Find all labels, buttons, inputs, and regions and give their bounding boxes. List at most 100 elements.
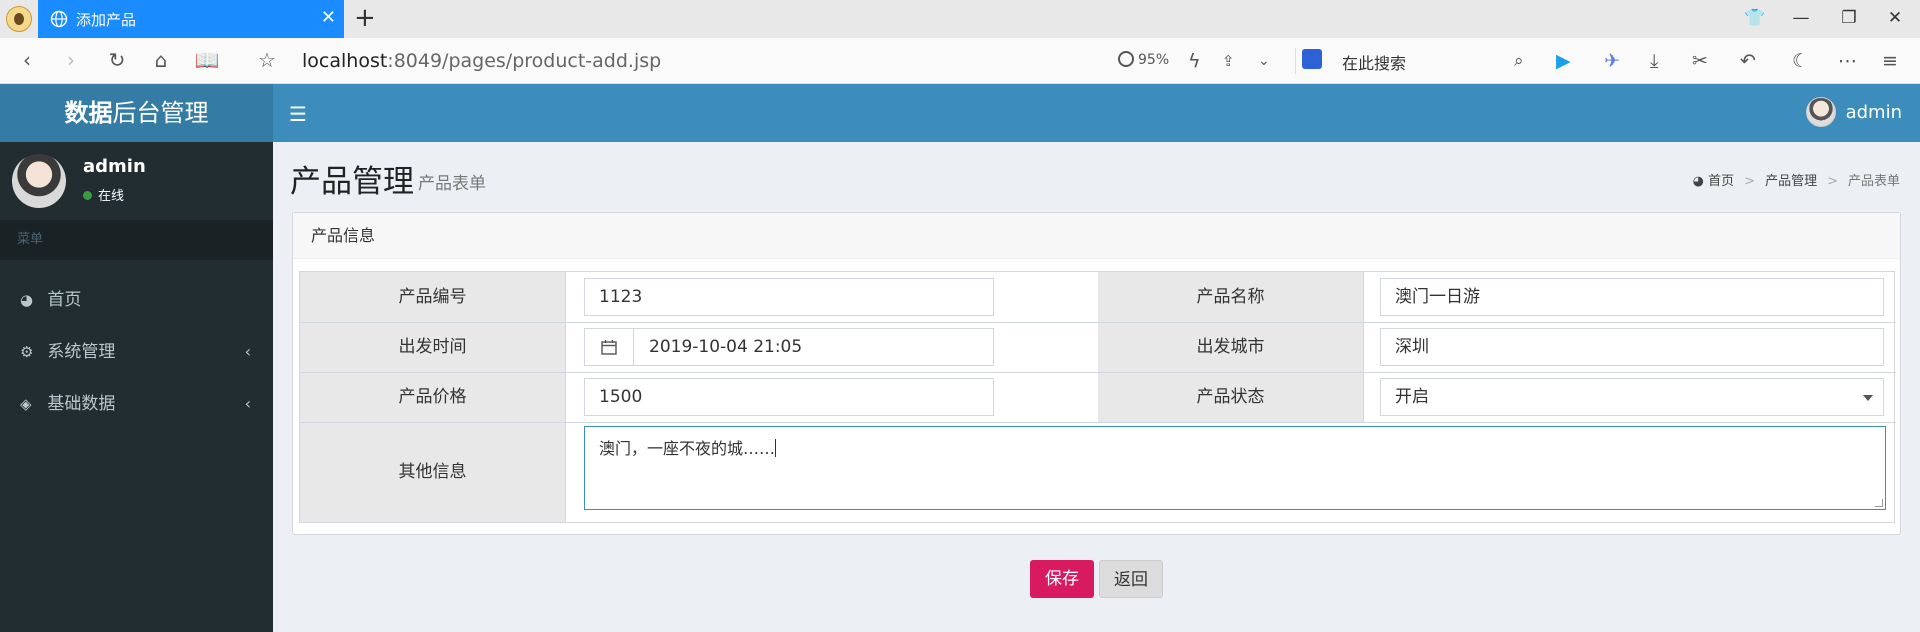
resize-handle-icon[interactable] bbox=[1875, 499, 1883, 507]
header-username: admin bbox=[1845, 101, 1902, 123]
tab-title: 添加产品 bbox=[76, 11, 137, 29]
main-content: 产品管理 产品表单 ◕ 首页 > 产品管理 > 产品表单 产品信息 产品编号 1123 … bbox=[273, 142, 1920, 632]
bird-icon[interactable]: ✈ bbox=[1604, 49, 1620, 73]
cube-icon: ◈ bbox=[20, 395, 32, 413]
skin-icon[interactable]: 👕 bbox=[1744, 8, 1766, 28]
new-tab-icon[interactable]: + bbox=[354, 4, 376, 32]
sidebar-item-data[interactable]: ◈ 基础数据 ‹ bbox=[0, 378, 273, 430]
label-depart-time: 出发时间 bbox=[300, 323, 566, 373]
browser-toolbar: ‹ › ↻ ⌂ 📖 ☆ localhost:8049/pages/product… bbox=[0, 38, 1920, 84]
browser-logo-icon bbox=[6, 6, 32, 32]
minimize-icon[interactable]: — bbox=[1790, 8, 1812, 28]
label-desc: 其他信息 bbox=[300, 423, 566, 522]
lightning-icon[interactable]: ϟ bbox=[1188, 49, 1201, 73]
avatar bbox=[1805, 97, 1836, 127]
undo-icon[interactable]: ↶ bbox=[1740, 49, 1756, 73]
status-text: 在线 bbox=[98, 189, 125, 204]
browser-tab-bar: 添加产品 ✕ + 👕 — ❐ ✕ bbox=[0, 0, 1920, 38]
depart-time-value: 2019-10-04 21:05 bbox=[649, 337, 803, 357]
zoom-icon bbox=[1118, 51, 1134, 67]
address-bar[interactable]: localhost:8049/pages/product-add.jsp bbox=[302, 50, 661, 72]
avatar bbox=[12, 154, 66, 208]
sidebar-item-system[interactable]: ⚙ 系统管理 ‹ bbox=[0, 326, 273, 378]
label-product-num: 产品编号 bbox=[300, 272, 566, 323]
label-price: 产品价格 bbox=[300, 373, 566, 423]
page-subtitle: 产品表单 bbox=[418, 174, 486, 194]
form-grid: 产品编号 1123 产品名称 澳门一日游 出发时间 2019-10-04 21: bbox=[299, 271, 1896, 523]
restore-icon[interactable]: ❐ bbox=[1838, 8, 1860, 28]
share-icon[interactable]: ⇪ bbox=[1222, 49, 1235, 73]
zoom-level[interactable]: 95% bbox=[1118, 51, 1169, 68]
back-button[interactable]: 返回 bbox=[1099, 560, 1163, 598]
zoom-text: 95% bbox=[1138, 52, 1170, 68]
home-icon[interactable]: ⌂ bbox=[148, 48, 174, 72]
sidebar-item-label: 基础数据 bbox=[47, 394, 116, 414]
breadcrumb-separator: > bbox=[1827, 174, 1838, 189]
menu-header: 菜单 bbox=[0, 220, 273, 260]
back-icon[interactable]: ‹ bbox=[14, 48, 40, 72]
sidebar-item-label: 系统管理 bbox=[47, 342, 116, 362]
reader-icon[interactable]: 📖 bbox=[194, 48, 220, 72]
box-title: 产品信息 bbox=[293, 213, 1900, 259]
chevron-left-icon: ‹ bbox=[244, 394, 251, 413]
status-dot-icon bbox=[83, 191, 92, 200]
sidebar: admin 在线 菜单 ◕ 首页 ⚙ 系统管理 ‹ ◈ 基础数据 ‹ bbox=[0, 142, 273, 632]
brand-rest: 后台管理 bbox=[112, 99, 209, 127]
url-host: localhost bbox=[302, 50, 388, 72]
sidebar-toggle-icon[interactable]: ☰ bbox=[289, 102, 307, 126]
sidebar-item-home[interactable]: ◕ 首页 bbox=[0, 274, 273, 326]
star-icon[interactable]: ☆ bbox=[254, 48, 280, 72]
product-num-input[interactable]: 1123 bbox=[584, 278, 994, 316]
brand-logo[interactable]: 数据后台管理 bbox=[0, 84, 273, 142]
forward-icon[interactable]: › bbox=[58, 48, 84, 72]
depart-time-input[interactable]: 2019-10-04 21:05 bbox=[584, 328, 994, 366]
breadcrumb-current: 产品表单 bbox=[1847, 174, 1900, 189]
video-icon[interactable]: ▶ bbox=[1556, 49, 1571, 73]
status-select[interactable]: 开启 bbox=[1380, 378, 1884, 416]
url-path: :8049/pages/product-add.jsp bbox=[387, 50, 662, 72]
brand-bold: 数据 bbox=[64, 99, 113, 127]
dashboard-icon: ◕ bbox=[1692, 174, 1704, 189]
globe-icon bbox=[50, 10, 68, 28]
product-form-box: 产品信息 产品编号 1123 产品名称 澳门一日游 出发时间 2019-10-0… bbox=[292, 212, 1901, 535]
desc-textarea[interactable]: 澳门，一座不夜的城…… bbox=[584, 426, 1886, 510]
sidebar-username: admin bbox=[83, 156, 146, 177]
tab-close-icon[interactable]: ✕ bbox=[321, 8, 336, 28]
menu-icon[interactable]: ≡ bbox=[1882, 49, 1898, 73]
label-city: 出发城市 bbox=[1098, 323, 1364, 373]
reload-icon[interactable]: ↻ bbox=[104, 48, 130, 72]
gears-icon: ⚙ bbox=[20, 343, 34, 361]
chevron-down-icon[interactable]: ⌄ bbox=[1258, 49, 1270, 73]
search-engine-icon[interactable] bbox=[1302, 49, 1322, 69]
status-select-value: 开启 bbox=[1395, 387, 1429, 407]
desc-text: 澳门，一座不夜的城…… bbox=[599, 439, 776, 458]
label-status: 产品状态 bbox=[1098, 373, 1364, 423]
breadcrumb-product[interactable]: 产品管理 bbox=[1765, 174, 1817, 189]
user-panel: admin 在线 bbox=[0, 142, 273, 220]
city-input[interactable]: 深圳 bbox=[1380, 328, 1884, 366]
product-name-input[interactable]: 澳门一日游 bbox=[1380, 278, 1884, 316]
search-input[interactable]: 在此搜索 bbox=[1342, 50, 1406, 74]
price-input[interactable]: 1500 bbox=[584, 378, 994, 416]
user-menu[interactable]: admin bbox=[1805, 97, 1902, 127]
night-mode-icon[interactable]: ☾ bbox=[1792, 49, 1809, 73]
toolbar-divider bbox=[1295, 48, 1296, 74]
dashboard-icon: ◕ bbox=[20, 291, 34, 309]
scissors-icon[interactable]: ✂ bbox=[1692, 49, 1708, 73]
text-cursor bbox=[775, 439, 777, 457]
breadcrumb: ◕ 首页 > 产品管理 > 产品表单 bbox=[1693, 170, 1900, 189]
caret-down-icon bbox=[1863, 395, 1873, 401]
download-icon[interactable]: ⤓ bbox=[1650, 49, 1658, 73]
sidebar-item-label: 首页 bbox=[47, 290, 82, 310]
calendar-icon[interactable] bbox=[585, 329, 634, 365]
close-window-icon[interactable]: ✕ bbox=[1884, 8, 1906, 28]
breadcrumb-separator: > bbox=[1744, 174, 1756, 189]
top-navbar: ☰ admin bbox=[273, 84, 1920, 142]
more-icon[interactable]: ⋯ bbox=[1838, 49, 1857, 73]
chevron-left-icon: ‹ bbox=[244, 342, 251, 361]
browser-tab[interactable]: 添加产品 ✕ bbox=[38, 0, 344, 38]
save-button[interactable]: 保存 bbox=[1030, 560, 1094, 598]
breadcrumb-home[interactable]: 首页 bbox=[1708, 174, 1734, 189]
online-status: 在线 bbox=[83, 185, 124, 204]
search-icon[interactable]: ⌕ bbox=[1514, 49, 1524, 73]
